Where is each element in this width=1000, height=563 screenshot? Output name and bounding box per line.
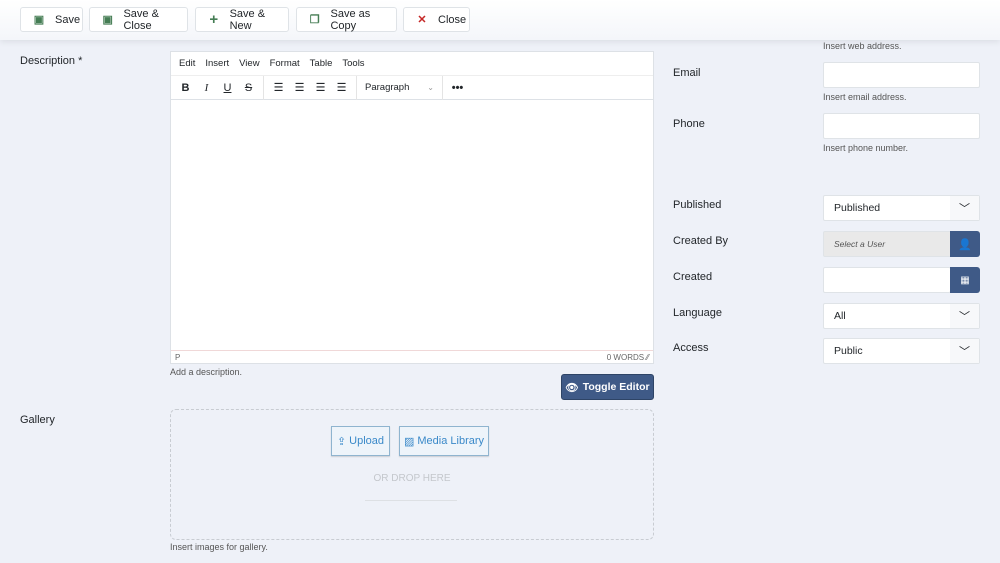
editor-statusbar: P 0 WORDS ⁄⁄ [171,350,653,363]
media-library-button[interactable]: ▨ Media Library [399,426,489,456]
gallery-hint: Insert images for gallery. [170,542,268,552]
underline-icon[interactable]: U [217,82,238,94]
editor-menubar: Edit Insert View Format Table Tools [171,52,653,76]
action-toolbar: ▣ Save ▣ Save & Close + Save & New ❐ Save as… [0,0,1000,40]
upload-icon: ⇪ [336,435,347,448]
menu-view[interactable]: View [239,58,259,69]
save-copy-label: Save as Copy [330,7,371,32]
save-icon: ▣ [33,14,45,26]
align-right-icon[interactable]: ☰ [310,81,331,94]
menu-table[interactable]: Table [310,58,333,69]
menu-insert[interactable]: Insert [205,58,229,69]
chevron-down-icon: ﹀ [950,196,979,220]
upload-button[interactable]: ⇪ Upload [331,426,390,456]
gallery-label: Gallery [20,414,55,426]
editor-content[interactable] [171,100,653,350]
access-value: Public [834,345,863,357]
calendar-icon: ▦ [960,274,970,286]
save-new-label: Save & New [229,7,266,32]
justify-icon[interactable]: ☰ [331,81,352,94]
created-label: Created [673,271,713,283]
editor-format-toolbar: BIUS ☰ ☰ ☰ ☰ Paragraph ⌄ ••• [171,75,653,100]
description-label: Description * [20,55,83,67]
language-value: All [834,310,846,322]
close-button[interactable]: ✕ Close [403,7,470,32]
email-field[interactable] [823,62,980,88]
element-path: P [175,352,181,362]
toggle-editor-button[interactable]: 👁 Toggle Editor [561,374,654,400]
chevron-down-icon: ﹀ [950,304,979,328]
copy-icon: ❐ [309,14,320,26]
align-left-icon[interactable]: ☰ [268,81,289,94]
close-label: Close [438,13,467,26]
italic-icon[interactable]: I [196,82,217,94]
media-library-label: Media Library [417,435,485,447]
toggle-editor-label: Toggle Editor [582,381,650,393]
image-icon: ▨ [403,435,415,448]
save-close-button[interactable]: ▣ Save & Close [89,7,188,32]
align-center-icon[interactable]: ☰ [289,81,310,94]
language-label: Language [673,307,722,319]
menu-edit[interactable]: Edit [179,58,195,69]
phone-hint: Insert phone number. [823,143,909,153]
word-count: 0 WORDS ⁄⁄ [606,352,649,362]
save-new-button[interactable]: + Save & New [195,7,289,32]
save-label: Save [55,13,81,26]
bold-icon[interactable]: B [175,82,196,94]
published-select[interactable]: Published ﹀ [823,195,980,221]
email-hint: Insert email address. [823,92,907,102]
description-hint: Add a description. [170,367,243,377]
eye-icon: 👁 [565,381,579,394]
chevron-down-icon: ﹀ [950,339,979,363]
menu-format[interactable]: Format [270,58,300,69]
plus-icon: + [209,11,219,28]
calendar-button[interactable]: ▦ [950,267,980,293]
rich-text-editor: Edit Insert View Format Table Tools BIUS… [170,51,654,364]
web-hint: Insert web address. [823,41,902,51]
save-button[interactable]: ▣ Save [20,7,83,32]
close-icon: ✕ [417,14,427,26]
phone-field[interactable] [823,113,980,139]
access-select[interactable]: Public ﹀ [823,338,980,364]
access-label: Access [673,342,709,354]
block-format-value: Paragraph [365,82,410,93]
phone-label: Phone [673,118,705,130]
drop-text: OR DROP HERE [373,473,451,484]
block-format-select[interactable]: Paragraph ⌄ [357,75,443,100]
drop-divider [365,500,457,501]
created-by-field[interactable]: Select a User [823,231,951,257]
chevron-down-icon: ⌄ [427,83,434,92]
save-icon: ▣ [102,14,113,26]
save-close-label: Save & Close [123,7,159,32]
created-date-field[interactable] [823,267,951,293]
more-icon[interactable]: ••• [447,82,468,94]
menu-tools[interactable]: Tools [342,58,364,69]
published-label: Published [673,199,722,211]
select-user-button[interactable]: 👤 [950,231,980,257]
published-value: Published [834,202,881,214]
email-label: Email [673,67,701,79]
upload-label: Upload [349,435,385,447]
language-select[interactable]: All ﹀ [823,303,980,329]
save-copy-button[interactable]: ❐ Save as Copy [296,7,397,32]
user-icon: 👤 [958,238,972,251]
strikethrough-icon[interactable]: S [238,82,259,94]
created-by-label: Created By [673,235,729,247]
